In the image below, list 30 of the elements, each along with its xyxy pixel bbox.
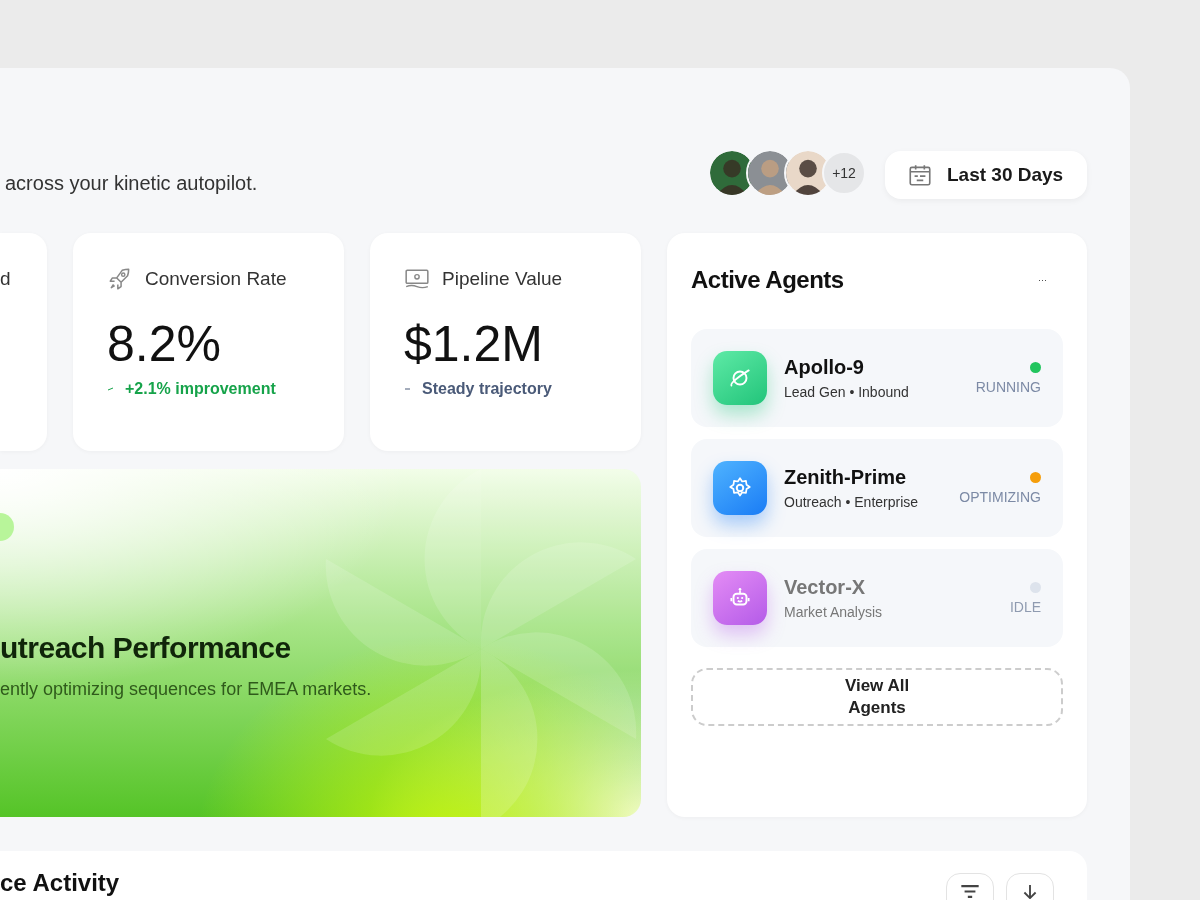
stat-label: Conversion Rate <box>145 268 287 290</box>
stat-label: d <box>0 268 11 290</box>
agent-tags: Outreach • Enterprise <box>784 494 943 510</box>
member-count-badge[interactable]: +12 <box>822 151 866 195</box>
download-icon <box>1022 885 1038 899</box>
stat-change: Steady trajectory <box>422 380 552 398</box>
agent-card[interactable]: Apollo-9 Lead Gen • Inbound RUNNING <box>691 329 1063 427</box>
banner-text: ently optimizing sequences for EMEA markets. <box>0 679 373 700</box>
calendar-icon <box>907 162 933 188</box>
filter-icon <box>961 885 979 898</box>
agent-name: Vector-X <box>784 576 867 599</box>
agent-name: Apollo-9 <box>784 356 865 379</box>
agent-card[interactable]: Zenith-Prime Outreach • Enterprise OPTIMIZING <box>691 439 1063 537</box>
status-label: OPTIMIZING <box>959 488 1041 505</box>
page-subtitle: across your kinetic autopilot. <box>5 172 259 195</box>
view-all-button[interactable]: View All Agents <box>691 668 1063 726</box>
section-title: ce Activity <box>0 869 120 897</box>
agent-name: Zenith-Prime <box>784 466 908 489</box>
date-range-button[interactable]: Last 30 Days <box>885 151 1087 199</box>
status-label: RUNNING <box>975 378 1041 395</box>
more-button[interactable]: ··· <box>1038 275 1047 285</box>
agent-tags: Market Analysis <box>784 604 993 620</box>
agent-tags: Lead Gen • Inbound <box>784 384 959 400</box>
status-label: IDLE <box>1009 598 1041 615</box>
stat-change: +2.1% improvement <box>125 380 276 398</box>
banner-title: utreach Performance <box>0 631 292 665</box>
stat-value: $1.2M <box>404 317 544 372</box>
stat-value: 8.2% <box>107 317 222 372</box>
stat-label: Pipeline Value <box>442 268 563 290</box>
panel-title: Active Agents <box>691 266 844 294</box>
